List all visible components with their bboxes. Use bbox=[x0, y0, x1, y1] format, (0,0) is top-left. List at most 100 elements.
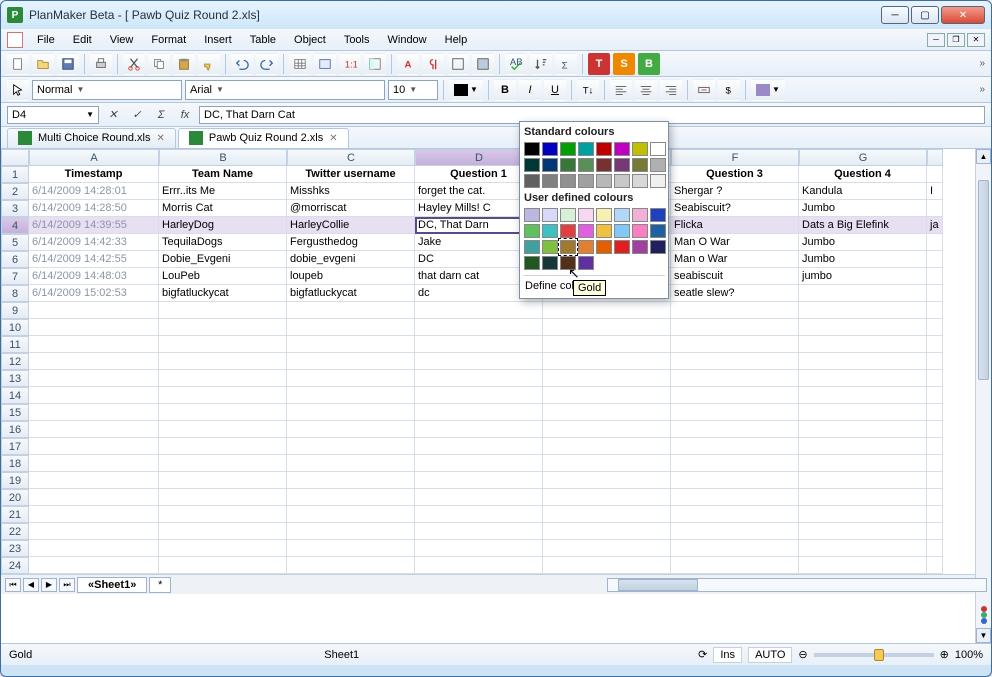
row-header[interactable]: 7 bbox=[1, 268, 29, 285]
color-swatch[interactable] bbox=[578, 174, 594, 188]
cell[interactable] bbox=[29, 455, 159, 472]
cut-button[interactable] bbox=[123, 53, 145, 75]
cell[interactable]: Fergusthedog bbox=[287, 234, 415, 251]
column-header[interactable]: B bbox=[159, 149, 287, 166]
cell[interactable] bbox=[799, 404, 927, 421]
cell[interactable]: Misshks bbox=[287, 183, 415, 200]
menu-file[interactable]: File bbox=[29, 32, 63, 48]
cursor-icon[interactable] bbox=[7, 79, 29, 101]
color-swatch[interactable] bbox=[614, 174, 630, 188]
menu-table[interactable]: Table bbox=[242, 32, 284, 48]
cell[interactable] bbox=[927, 489, 943, 506]
cell[interactable] bbox=[927, 285, 943, 302]
cell[interactable] bbox=[799, 506, 927, 523]
refresh-icon[interactable]: ⟳ bbox=[698, 648, 707, 661]
spellcheck-button[interactable]: ABC bbox=[505, 53, 527, 75]
zoom-in-button[interactable]: ⊕ bbox=[940, 648, 949, 661]
cell[interactable] bbox=[415, 523, 543, 540]
color-swatch[interactable] bbox=[578, 208, 594, 222]
cell[interactable] bbox=[927, 319, 943, 336]
shading-button[interactable] bbox=[472, 53, 494, 75]
row-header[interactable]: 16 bbox=[1, 421, 29, 438]
cell[interactable] bbox=[927, 557, 943, 574]
row-header[interactable]: 15 bbox=[1, 404, 29, 421]
row-header[interactable]: 2 bbox=[1, 183, 29, 200]
cell[interactable] bbox=[287, 319, 415, 336]
menu-object[interactable]: Object bbox=[286, 32, 334, 48]
menu-edit[interactable]: Edit bbox=[65, 32, 100, 48]
cell[interactable]: Twitter username bbox=[287, 166, 415, 183]
cell[interactable] bbox=[927, 268, 943, 285]
cell[interactable] bbox=[415, 353, 543, 370]
sheet-nav-prev-button[interactable]: ◀ bbox=[23, 578, 39, 592]
color-swatch[interactable] bbox=[632, 208, 648, 222]
cell[interactable] bbox=[415, 506, 543, 523]
minimize-button[interactable]: ─ bbox=[881, 6, 909, 24]
cell[interactable] bbox=[29, 438, 159, 455]
cell[interactable]: Flicka bbox=[671, 217, 799, 234]
color-swatch[interactable] bbox=[578, 224, 594, 238]
doc-tab-1[interactable]: Pawb Quiz Round 2.xls ✕ bbox=[178, 128, 349, 148]
color-swatch[interactable] bbox=[632, 224, 648, 238]
cell[interactable] bbox=[415, 404, 543, 421]
green-b-button[interactable]: B bbox=[638, 53, 660, 75]
cell[interactable]: Jumbo bbox=[799, 234, 927, 251]
cell[interactable] bbox=[287, 353, 415, 370]
color-swatch[interactable] bbox=[560, 142, 576, 156]
scroll-down-button[interactable]: ▼ bbox=[976, 628, 991, 643]
size-combo[interactable]: 10▼ bbox=[388, 80, 438, 100]
zoom-fit-button[interactable]: 1:1 bbox=[339, 53, 361, 75]
color-swatch[interactable] bbox=[578, 256, 594, 270]
sheet-nav-next-button[interactable]: ▶ bbox=[41, 578, 57, 592]
cell[interactable] bbox=[927, 387, 943, 404]
cell[interactable] bbox=[799, 336, 927, 353]
autosum-button[interactable]: Σ bbox=[555, 53, 577, 75]
color-swatch[interactable] bbox=[596, 224, 612, 238]
cell[interactable] bbox=[287, 438, 415, 455]
font-color-button[interactable]: ▼ bbox=[449, 79, 483, 101]
color-swatch[interactable] bbox=[560, 256, 576, 270]
cell[interactable] bbox=[927, 523, 943, 540]
cell[interactable] bbox=[927, 234, 943, 251]
color-swatch[interactable] bbox=[578, 142, 594, 156]
menu-view[interactable]: View bbox=[102, 32, 142, 48]
cell[interactable] bbox=[799, 319, 927, 336]
row-header[interactable]: 21 bbox=[1, 506, 29, 523]
accept-formula-button[interactable]: ✓ bbox=[127, 106, 147, 124]
hscroll-thumb[interactable] bbox=[618, 579, 698, 591]
cell[interactable] bbox=[671, 421, 799, 438]
cell[interactable] bbox=[415, 319, 543, 336]
cell[interactable] bbox=[543, 387, 671, 404]
font-combo[interactable]: Arial▼ bbox=[185, 80, 385, 100]
cell[interactable] bbox=[287, 302, 415, 319]
cell[interactable] bbox=[927, 472, 943, 489]
cell-grid[interactable]: ABCDEFG1TimestampTeam NameTwitter userna… bbox=[1, 149, 991, 574]
row-header[interactable]: 23 bbox=[1, 540, 29, 557]
cell[interactable]: Dats a Big Elefink bbox=[799, 217, 927, 234]
cell[interactable] bbox=[159, 353, 287, 370]
row-header[interactable]: 3 bbox=[1, 200, 29, 217]
open-button[interactable] bbox=[32, 53, 54, 75]
cell[interactable]: LouPeb bbox=[159, 268, 287, 285]
cell[interactable] bbox=[543, 438, 671, 455]
row-header[interactable]: 22 bbox=[1, 523, 29, 540]
zoom-knob[interactable] bbox=[874, 649, 884, 661]
color-swatch[interactable] bbox=[650, 142, 666, 156]
column-header[interactable]: A bbox=[29, 149, 159, 166]
cell[interactable] bbox=[671, 472, 799, 489]
para-format-button[interactable] bbox=[422, 53, 444, 75]
char-format-button[interactable]: A bbox=[397, 53, 419, 75]
style-combo[interactable]: Normal▼ bbox=[32, 80, 182, 100]
color-swatch[interactable] bbox=[614, 224, 630, 238]
cell[interactable]: bigfatluckycat bbox=[159, 285, 287, 302]
cell[interactable] bbox=[159, 319, 287, 336]
color-swatch[interactable] bbox=[650, 208, 666, 222]
color-swatch[interactable] bbox=[524, 142, 540, 156]
row-header[interactable]: 18 bbox=[1, 455, 29, 472]
cell[interactable] bbox=[159, 421, 287, 438]
color-swatch[interactable] bbox=[578, 240, 594, 254]
scroll-thumb[interactable] bbox=[978, 180, 989, 380]
cell[interactable] bbox=[287, 523, 415, 540]
cell[interactable] bbox=[29, 557, 159, 574]
color-swatch[interactable] bbox=[632, 158, 648, 172]
